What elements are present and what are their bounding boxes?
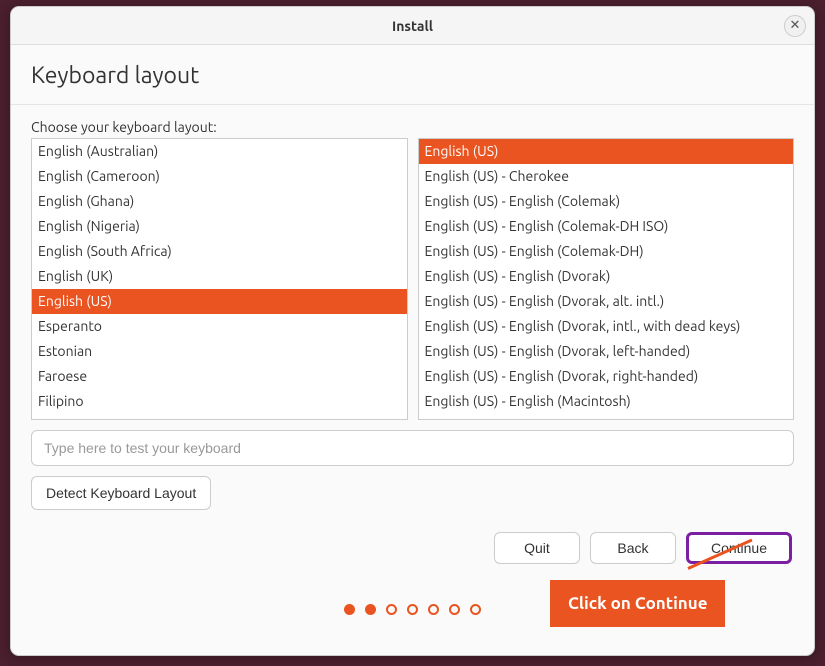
window-title: Install <box>392 18 433 34</box>
progress-dot <box>428 604 439 615</box>
titlebar: Install ✕ <box>11 7 814 45</box>
progress-dot <box>470 604 481 615</box>
progress-dot <box>407 604 418 615</box>
test-keyboard-input[interactable] <box>31 430 794 466</box>
list-item[interactable]: English (US) - English (Dvorak) <box>419 264 794 289</box>
installer-window: Install ✕ Keyboard layout Choose your ke… <box>10 6 815 656</box>
continue-button[interactable]: Continue <box>686 532 792 564</box>
list-item[interactable]: English (UK) <box>32 264 407 289</box>
list-item[interactable]: English (US) - Cherokee <box>419 164 794 189</box>
list-item[interactable]: English (US) - English (Norman) <box>419 414 794 420</box>
list-item[interactable]: English (US) - English (Colemak) <box>419 189 794 214</box>
footer-buttons: Quit Back Continue <box>31 532 794 564</box>
list-item[interactable]: Finnish <box>32 414 407 420</box>
progress-dot <box>344 604 355 615</box>
list-item[interactable]: English (US) - English (Dvorak, right-ha… <box>419 364 794 389</box>
callout-text: Click on Continue <box>568 594 707 613</box>
progress-dot <box>365 604 376 615</box>
list-item[interactable]: Esperanto <box>32 314 407 339</box>
progress-dot <box>386 604 397 615</box>
list-item[interactable]: Estonian <box>32 339 407 364</box>
list-item[interactable]: English (US) - English (Dvorak, intl., w… <box>419 314 794 339</box>
page-header: Keyboard layout <box>11 45 814 105</box>
close-icon: ✕ <box>790 18 801 33</box>
list-item[interactable]: English (Nigeria) <box>32 214 407 239</box>
list-item[interactable]: English (South Africa) <box>32 239 407 264</box>
list-item[interactable]: English (US) <box>419 139 794 164</box>
list-item[interactable]: English (US) - English (Dvorak, alt. int… <box>419 289 794 314</box>
list-item[interactable]: English (Cameroon) <box>32 164 407 189</box>
progress-dot <box>449 604 460 615</box>
quit-button[interactable]: Quit <box>494 532 580 564</box>
choose-label: Choose your keyboard layout: <box>31 119 794 135</box>
detect-layout-button[interactable]: Detect Keyboard Layout <box>31 476 211 510</box>
keyboard-lists: English (Australian)English (Cameroon)En… <box>31 138 794 420</box>
list-item[interactable]: English (US) - English (Colemak-DH ISO) <box>419 214 794 239</box>
variant-list[interactable]: English (US)English (US) - CherokeeEngli… <box>418 138 795 420</box>
list-item[interactable]: Faroese <box>32 364 407 389</box>
close-button[interactable]: ✕ <box>784 15 806 37</box>
list-item[interactable]: English (US) - English (Colemak-DH) <box>419 239 794 264</box>
list-item[interactable]: Filipino <box>32 389 407 414</box>
callout-box: Click on Continue <box>550 580 725 627</box>
content-area: Choose your keyboard layout: English (Au… <box>11 105 814 655</box>
list-item[interactable]: English (Australian) <box>32 139 407 164</box>
list-item[interactable]: English (Ghana) <box>32 189 407 214</box>
page-title: Keyboard layout <box>31 63 794 88</box>
list-item[interactable]: English (US) <box>32 289 407 314</box>
list-item[interactable]: English (US) - English (Macintosh) <box>419 389 794 414</box>
list-item[interactable]: English (US) - English (Dvorak, left-han… <box>419 339 794 364</box>
layout-list[interactable]: English (Australian)English (Cameroon)En… <box>31 138 408 420</box>
back-button[interactable]: Back <box>590 532 676 564</box>
